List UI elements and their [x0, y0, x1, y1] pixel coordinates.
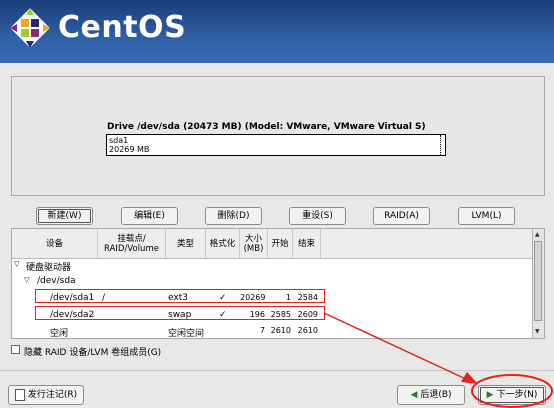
annotation-arrow-head — [461, 372, 478, 384]
annotation-overlay — [323, 312, 553, 408]
annotation-ellipse — [471, 374, 553, 408]
annotation-arrow-line — [323, 312, 469, 381]
